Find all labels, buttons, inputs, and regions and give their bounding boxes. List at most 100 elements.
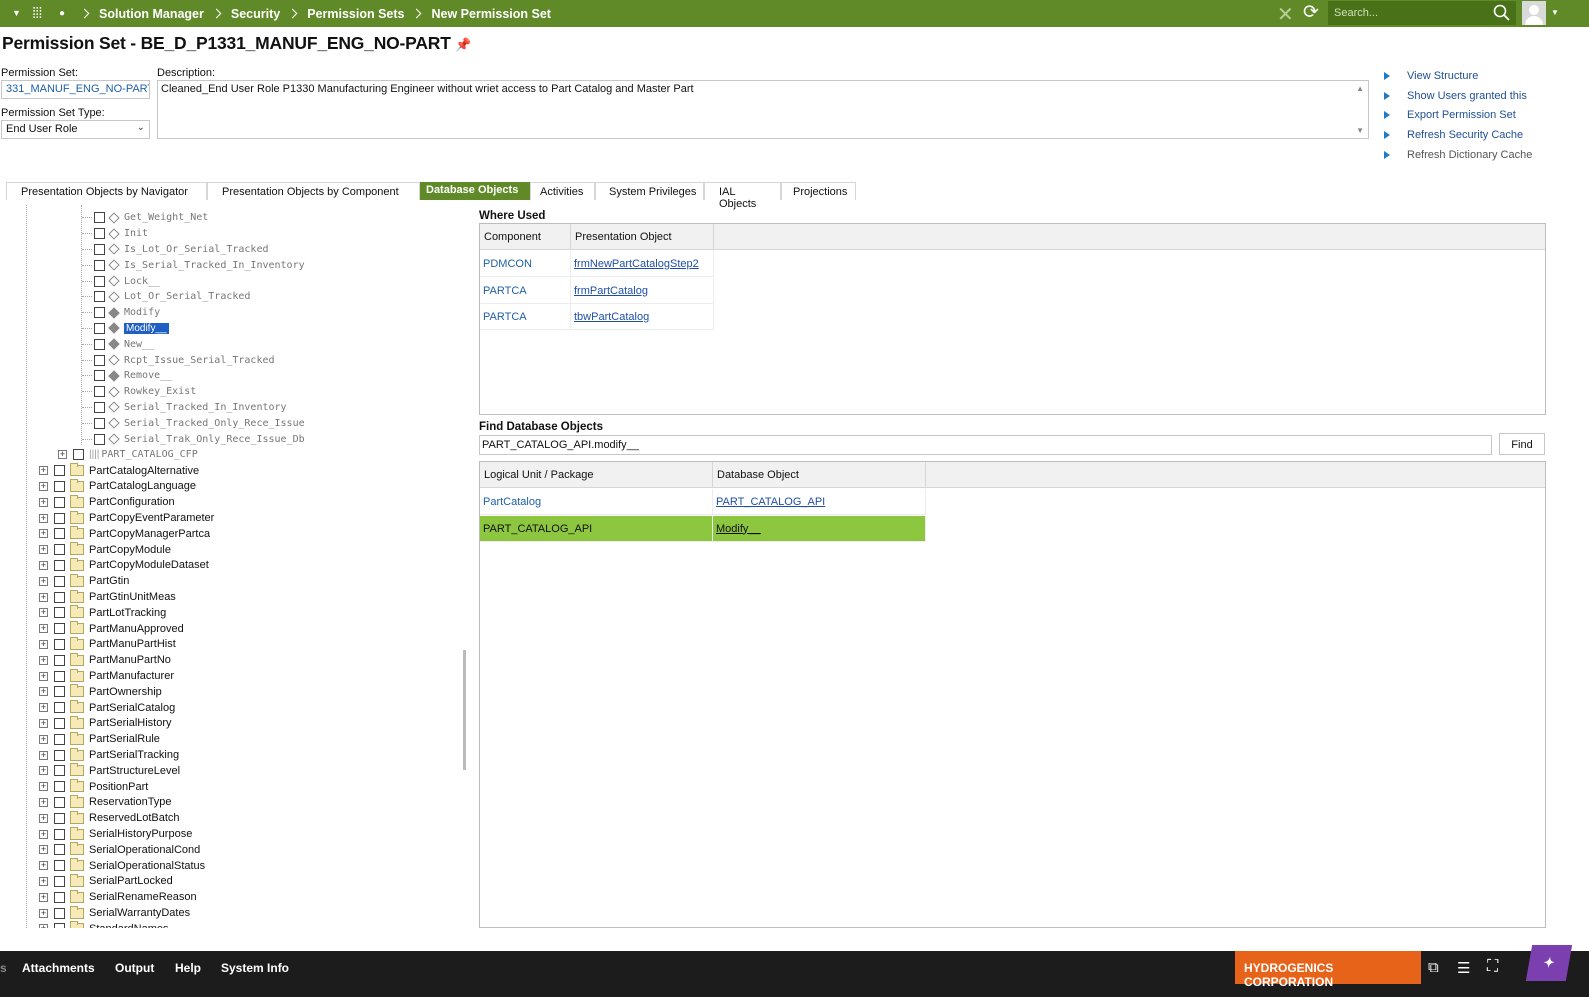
checkbox[interactable] (54, 480, 65, 492)
menu-dropdown-icon[interactable]: ▼ (12, 0, 21, 27)
tree-package-item[interactable]: + PartConfiguration (39, 494, 175, 510)
pin-icon[interactable]: 📌 (455, 37, 471, 52)
find-button[interactable]: Find (1499, 433, 1545, 455)
tab-ial-objects[interactable]: IAL Objects (704, 182, 781, 210)
windows-icon[interactable]: ⧉ (1428, 959, 1439, 976)
checkbox[interactable] (54, 875, 65, 887)
checkbox[interactable] (54, 781, 65, 793)
checkbox[interactable] (94, 322, 105, 334)
attachments-button[interactable]: Attachments (22, 961, 95, 975)
tree-method-item[interactable]: Is_Lot_Or_Serial_Tracked (82, 242, 269, 258)
breadcrumb-permission-sets[interactable]: Permission Sets (307, 7, 404, 21)
tree-method-item[interactable]: Init (82, 226, 148, 242)
tree-method-item[interactable]: New__ (82, 336, 154, 352)
find-query-input[interactable]: PART_CATALOG_API.modify__ (479, 435, 1492, 455)
checkbox[interactable] (94, 291, 105, 303)
checkbox[interactable] (94, 228, 105, 240)
tree-package-item[interactable]: + ReservationType (39, 794, 172, 811)
tree-package-item[interactable]: + StandardNames (39, 921, 169, 928)
checkbox[interactable] (54, 860, 65, 872)
expand-icon[interactable]: + (39, 608, 48, 618)
expand-icon[interactable]: + (39, 782, 48, 792)
tree-package-item[interactable]: + SerialHistoryPurpose (39, 826, 192, 842)
checkbox[interactable] (94, 401, 105, 413)
search-input[interactable]: Search... (1328, 1, 1516, 25)
tree-package-item[interactable]: + PartManuPartHist (39, 636, 176, 653)
description-field[interactable]: Cleaned_End User Role P1330 Manufacturin… (157, 80, 1369, 139)
checkbox[interactable] (54, 844, 65, 856)
where-used-component-cell[interactable]: PARTCA (480, 277, 571, 304)
find-database-object-cell[interactable]: PART_CATALOG_API (713, 489, 926, 515)
tree-method-item[interactable]: Get_Weight_Net (82, 210, 208, 226)
checkbox[interactable] (94, 307, 105, 319)
expand-icon[interactable]: + (39, 924, 48, 928)
checkbox[interactable] (94, 370, 105, 382)
export-permission-set-link[interactable]: Export Permission Set (1384, 105, 1532, 125)
checkbox[interactable] (54, 670, 65, 682)
where-used-component-cell[interactable]: PARTCA (480, 304, 571, 330)
search-icon[interactable] (1493, 4, 1511, 22)
close-icon[interactable]: ✕ (1277, 2, 1294, 27)
checkbox[interactable] (94, 433, 105, 445)
checkbox[interactable] (54, 717, 65, 729)
tab-presentation-objects-by-navigator[interactable]: Presentation Objects by Navigator (6, 182, 207, 200)
expand-icon[interactable]: + (39, 766, 48, 776)
tree-method-item[interactable]: Rcpt_Issue_Serial_Tracked (82, 352, 275, 368)
tree-package-item[interactable]: + PartSerialCatalog (39, 700, 175, 716)
tree-package-item[interactable]: + PositionPart (39, 779, 148, 795)
system-info-button[interactable]: System Info (221, 961, 289, 975)
checkbox[interactable] (54, 907, 65, 919)
tree-method-item[interactable]: Lock__ (82, 273, 160, 289)
tree-package-item[interactable]: + ReservedLotBatch (39, 810, 180, 826)
tree-package-item[interactable]: + PartCopyModuleDataset (39, 557, 209, 574)
tree-package-item[interactable]: + PartGtinUnitMeas (39, 589, 176, 605)
permission-set-field[interactable]: 331_MANUF_ENG_NO-PART (1, 80, 150, 99)
output-button[interactable]: Output (115, 961, 154, 975)
checkbox[interactable] (54, 528, 65, 540)
expand-icon[interactable]: + (39, 718, 48, 728)
expand-icon[interactable]: + (39, 466, 48, 476)
tree-package-item[interactable]: + SerialRenameReason (39, 889, 197, 905)
presentation-object-link[interactable]: frmNewPartCatalogStep2 (574, 258, 699, 270)
checkbox[interactable] (54, 496, 65, 508)
tree-package-item[interactable]: + PartCopyManagerPartca (39, 526, 210, 542)
list-icon[interactable]: ☰ (1457, 959, 1470, 977)
column-header-component[interactable]: Component (480, 224, 571, 250)
tree-package-item[interactable]: + PartManuPartNo (39, 652, 171, 668)
checkbox[interactable] (54, 828, 65, 840)
fullscreen-icon[interactable]: ⛶ (1487, 958, 1498, 976)
expand-icon[interactable]: + (39, 687, 48, 697)
breadcrumb-security[interactable]: Security (231, 7, 280, 21)
find-logical-unit-cell[interactable]: PartCatalog (480, 489, 713, 515)
checkbox[interactable] (54, 812, 65, 824)
expand-icon[interactable]: + (39, 624, 48, 634)
tree-package-item[interactable]: + PartCopyModule (39, 542, 171, 558)
expand-icon[interactable]: + (39, 829, 48, 839)
apps-grid-icon[interactable]: ⁞⁞⁞ (32, 0, 42, 27)
expand-icon[interactable]: + (39, 734, 48, 744)
tree-package-item[interactable]: + PartSerialHistory (39, 715, 172, 732)
tree-method-item[interactable]: Remove__ (82, 368, 172, 384)
column-header-database-object[interactable]: Database Object (713, 462, 926, 488)
expand-icon[interactable]: + (39, 560, 48, 570)
checkbox[interactable] (54, 575, 65, 587)
presentation-object-link[interactable]: tbwPartCatalog (574, 311, 649, 323)
expand-icon[interactable]: + (39, 639, 48, 649)
tab-presentation-objects-by-component[interactable]: Presentation Objects by Component (207, 182, 420, 200)
tree-package-item[interactable]: + PartCatalogLanguage (39, 478, 196, 495)
checkbox[interactable] (54, 623, 65, 635)
expand-icon[interactable]: + (39, 497, 48, 507)
tree-package-item[interactable]: + SerialPartLocked (39, 873, 173, 890)
presentation-object-link[interactable]: frmPartCatalog (574, 285, 648, 297)
find-logical-unit-cell[interactable]: PART_CATALOG_API (480, 515, 713, 542)
checkbox[interactable] (54, 702, 65, 714)
expand-icon[interactable]: + (58, 450, 67, 460)
tree-package-item[interactable]: + SerialOperationalStatus (39, 858, 205, 874)
expand-icon[interactable]: + (39, 576, 48, 586)
tab-projections[interactable]: Projections (781, 182, 856, 200)
checkbox[interactable] (94, 243, 105, 255)
tree-method-item[interactable]: Lot_Or_Serial_Tracked (82, 289, 250, 305)
checkbox[interactable] (54, 512, 65, 524)
expand-icon[interactable]: + (39, 529, 48, 539)
expand-icon[interactable]: + (39, 655, 48, 665)
